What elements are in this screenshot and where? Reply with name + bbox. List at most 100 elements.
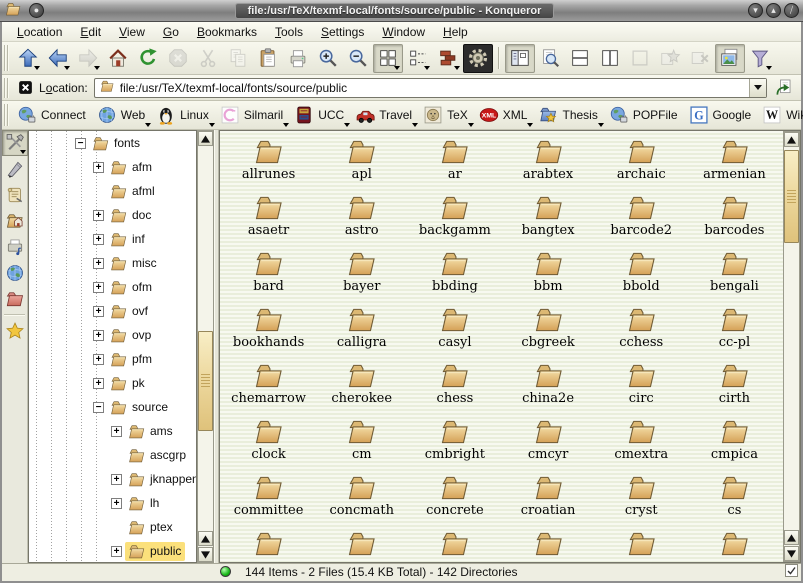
up-button[interactable]: [13, 44, 43, 73]
folder-item-concmath[interactable]: concmath: [315, 471, 408, 527]
folder-item-barcode2[interactable]: barcode2: [595, 191, 688, 247]
folder-item-circ[interactable]: circ: [595, 359, 688, 415]
bookmark-linux[interactable]: Linux: [152, 103, 216, 127]
scroll-down-button[interactable]: [784, 546, 799, 561]
close-button[interactable]: ⧸: [784, 3, 799, 18]
bookmark-ucc[interactable]: UCC: [290, 103, 351, 127]
menu-go[interactable]: Go: [154, 23, 188, 41]
folder-item-partial[interactable]: [222, 527, 315, 562]
tree-item-afml[interactable]: afml: [29, 179, 196, 203]
menu-window[interactable]: Window: [373, 23, 434, 41]
folder-item-asaetr[interactable]: asaetr: [222, 191, 315, 247]
minimize-button[interactable]: ▾: [748, 3, 763, 18]
location-input[interactable]: file:/usr/TeX/texmf-local/fonts/source/p…: [120, 81, 347, 95]
tree-item-inf[interactable]: +inf: [29, 227, 196, 251]
folder-item-china2e[interactable]: china2e: [501, 359, 594, 415]
folder-item-astro[interactable]: astro: [315, 191, 408, 247]
folder-item-bayer[interactable]: bayer: [315, 247, 408, 303]
paste-button[interactable]: [253, 44, 283, 73]
folder-item-partial[interactable]: [315, 527, 408, 562]
folder-item-chemarrow[interactable]: chemarrow: [222, 359, 315, 415]
menu-edit[interactable]: Edit: [71, 23, 110, 41]
bookmark-web[interactable]: Web: [93, 103, 152, 127]
tree-expander-icon[interactable]: +: [93, 306, 104, 317]
folder-item-partial[interactable]: [501, 527, 594, 562]
split-view-top-bottom-button[interactable]: [565, 44, 595, 73]
folder-item-bbding[interactable]: bbding: [408, 247, 501, 303]
folder-item-cmpica[interactable]: cmpica: [688, 415, 781, 471]
folder-item-chess[interactable]: chess: [408, 359, 501, 415]
zoom-in-button[interactable]: [313, 44, 343, 73]
folder-item-cherokee[interactable]: cherokee: [315, 359, 408, 415]
folder-item-cmbright[interactable]: cmbright: [408, 415, 501, 471]
tree-expander-icon[interactable]: +: [93, 330, 104, 341]
folder-item-clock[interactable]: clock: [222, 415, 315, 471]
folder-item-bard[interactable]: bard: [222, 247, 315, 303]
tree-expander-icon[interactable]: +: [93, 378, 104, 389]
bookmark-toolbar-grip[interactable]: [4, 104, 9, 126]
folder-item-apl[interactable]: apl: [315, 135, 408, 191]
tree-item-pfm[interactable]: +pfm: [29, 347, 196, 371]
tree-expander-icon[interactable]: +: [111, 474, 122, 485]
tree-item-public[interactable]: +public: [29, 539, 196, 563]
tree-expander-icon[interactable]: +: [111, 426, 122, 437]
find-file-button[interactable]: [535, 44, 565, 73]
folder-item-calligra[interactable]: calligra: [315, 303, 408, 359]
bookmark-google[interactable]: GGoogle: [685, 103, 759, 127]
sidebar-root-folder-tab[interactable]: [2, 286, 28, 312]
tree-expander-icon[interactable]: +: [93, 354, 104, 365]
scroll-thumb[interactable]: [784, 150, 799, 243]
print-button[interactable]: [283, 44, 313, 73]
bookmark-thesis[interactable]: Thesis: [534, 103, 604, 127]
location-toolbar-grip[interactable]: [4, 78, 9, 98]
folder-item-backgamm[interactable]: backgamm: [408, 191, 501, 247]
sidebar-configure-panel[interactable]: [2, 130, 28, 156]
back-button[interactable]: [43, 44, 73, 73]
zoom-out-button[interactable]: [343, 44, 373, 73]
tree-expander-icon[interactable]: +: [93, 258, 104, 269]
folder-item-barcodes[interactable]: barcodes: [688, 191, 781, 247]
tree-item-doc[interactable]: +doc: [29, 203, 196, 227]
tree-expander-icon[interactable]: −: [93, 402, 104, 413]
folder-item-cchess[interactable]: cchess: [595, 303, 688, 359]
scroll-thumb[interactable]: [198, 331, 213, 431]
folder-item-cmextra[interactable]: cmextra: [595, 415, 688, 471]
tree-item-lh[interactable]: +lh: [29, 491, 196, 515]
bookmark-wikipedia[interactable]: WWikipedia: [758, 103, 803, 127]
image-gallery-button[interactable]: [715, 44, 745, 73]
tree-item-pk[interactable]: +pk: [29, 371, 196, 395]
tree-item-ofm[interactable]: +ofm: [29, 275, 196, 299]
detail-view-mode-button[interactable]: [433, 44, 463, 73]
folder-item-cm[interactable]: cm: [315, 415, 408, 471]
menu-location[interactable]: Location: [8, 23, 71, 41]
folder-item-bangtex[interactable]: bangtex: [501, 191, 594, 247]
folder-item-cirth[interactable]: cirth: [688, 359, 781, 415]
maximize-button[interactable]: ▴: [766, 3, 781, 18]
sidebar-home-folder-tab[interactable]: [2, 208, 28, 234]
bookmark-connect[interactable]: Connect: [13, 103, 93, 127]
folder-item-croatian[interactable]: croatian: [501, 471, 594, 527]
folder-item-casyl[interactable]: casyl: [408, 303, 501, 359]
folder-item-cbgreek[interactable]: cbgreek: [501, 303, 594, 359]
title-bar[interactable]: ● file:/usr/TeX/texmf-local/fonts/source…: [0, 0, 803, 22]
sticky-button[interactable]: ●: [29, 3, 44, 18]
bookmark-travel[interactable]: Travel: [351, 103, 419, 127]
home-button[interactable]: [103, 44, 133, 73]
go-button[interactable]: [771, 76, 797, 100]
tree-item-misc[interactable]: +misc: [29, 251, 196, 275]
tree-item-source[interactable]: −source: [29, 395, 196, 419]
tree-item-ovp[interactable]: +ovp: [29, 323, 196, 347]
show-navigation-panel-button[interactable]: [505, 44, 535, 73]
folder-item-bbm[interactable]: bbm: [501, 247, 594, 303]
icon-view-mode-button[interactable]: [373, 44, 403, 73]
folder-item-committee[interactable]: committee: [222, 471, 315, 527]
folder-item-bengali[interactable]: bengali: [688, 247, 781, 303]
bookmark-silmaril[interactable]: Silmaril: [216, 103, 290, 127]
tree-item-ovf[interactable]: +ovf: [29, 299, 196, 323]
gear-view-mode-button[interactable]: [463, 44, 493, 73]
sidebar-history-tab[interactable]: [2, 182, 28, 208]
location-combobox[interactable]: file:/usr/TeX/texmf-local/fonts/source/p…: [94, 78, 767, 98]
bookmark-tex[interactable]: TeX: [419, 103, 475, 127]
split-view-left-right-button[interactable]: [595, 44, 625, 73]
scroll-up-button-2[interactable]: [198, 531, 213, 546]
